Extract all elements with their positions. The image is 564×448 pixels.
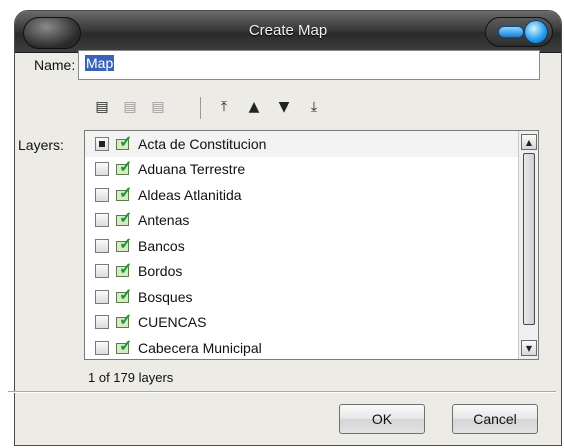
layer-checkbox[interactable]: [95, 315, 109, 330]
layer-check-icon: ✓: [114, 287, 134, 306]
layer-label: Aduana Terrestre: [138, 161, 246, 178]
layers-rows: ✓ Acta de Constitucion ✓ Aduana Terrestr…: [85, 131, 518, 359]
name-label: Name:: [34, 57, 76, 73]
scroll-down-icon[interactable]: ▼: [521, 340, 537, 356]
minimize-button[interactable]: [498, 26, 524, 38]
layer-label: Aldeas Atlanitida: [138, 186, 242, 203]
add-layer-icon[interactable]: ▤: [90, 95, 114, 119]
move-up-icon[interactable]: ▲: [242, 95, 266, 119]
list-item[interactable]: ✓ Bosques: [85, 284, 518, 310]
layer-checkbox[interactable]: [95, 238, 109, 253]
list-item[interactable]: ✓ Cabecera Municipal: [85, 335, 518, 359]
layer-check-icon: ✓: [114, 134, 134, 153]
maximize-button[interactable]: [524, 20, 548, 44]
list-item[interactable]: ✓ CUENCAS: [85, 310, 518, 336]
edit-layer-icon[interactable]: ▤: [146, 95, 170, 119]
layer-label: Cabecera Municipal: [138, 339, 262, 356]
window-title: Create Map: [248, 22, 328, 39]
layer-checkbox[interactable]: [95, 187, 109, 202]
layer-check-icon: ✓: [114, 236, 134, 255]
layer-checkbox[interactable]: [95, 289, 109, 304]
layer-label: Bosques: [138, 288, 193, 305]
layer-check-icon: ✓: [114, 312, 134, 331]
title-bar: Create Map: [15, 11, 561, 53]
layer-checkbox[interactable]: [95, 264, 109, 279]
name-input-value: Map: [85, 55, 115, 71]
list-item[interactable]: ✓ Aduana Terrestre: [85, 157, 518, 183]
name-input[interactable]: Map: [78, 50, 540, 80]
layer-checkbox[interactable]: [95, 136, 109, 151]
layer-label: Antenas: [138, 212, 190, 229]
move-bottom-icon[interactable]: ⤓: [302, 95, 326, 119]
layer-check-icon: ✓: [114, 338, 134, 357]
remove-layer-icon[interactable]: ▤: [118, 95, 142, 119]
scrollbar-thumb[interactable]: [523, 153, 535, 325]
list-item[interactable]: ✓ Bancos: [85, 233, 518, 259]
move-top-icon[interactable]: ⤒: [212, 95, 236, 119]
layer-label: CUENCAS: [138, 314, 207, 331]
button-divider: [8, 391, 556, 393]
layer-checkbox[interactable]: [95, 162, 109, 177]
move-down-icon[interactable]: ▼: [272, 95, 296, 119]
layer-label: Bordos: [138, 263, 183, 280]
list-item[interactable]: ✓ Antenas: [85, 208, 518, 234]
cancel-button[interactable]: Cancel: [452, 404, 538, 434]
layer-check-icon: ✓: [114, 261, 134, 280]
list-item[interactable]: ✓ Acta de Constitucion: [85, 131, 518, 157]
layer-checkbox[interactable]: [95, 213, 109, 228]
layer-check-icon: ✓: [114, 210, 134, 229]
list-item[interactable]: ✓ Bordos: [85, 259, 518, 285]
layers-list[interactable]: ✓ Acta de Constitucion ✓ Aduana Terrestr…: [84, 130, 539, 360]
toolbar-divider: [200, 97, 201, 119]
layer-count: 1 of 179 layers: [88, 370, 174, 385]
layer-label: Acta de Constitucion: [138, 135, 267, 152]
layer-check-icon: ✓: [114, 159, 134, 178]
list-item[interactable]: ✓ Aldeas Atlanitida: [85, 182, 518, 208]
layers-scrollbar[interactable]: ▲ ▼: [518, 131, 538, 359]
layer-checkbox[interactable]: [95, 340, 109, 355]
layers-label: Layers:: [18, 137, 64, 153]
window-controls: [485, 17, 553, 47]
layer-label: Bancos: [138, 237, 185, 254]
scroll-up-icon[interactable]: ▲: [521, 134, 537, 150]
ok-button[interactable]: OK: [339, 404, 425, 434]
layer-check-icon: ✓: [114, 185, 134, 204]
